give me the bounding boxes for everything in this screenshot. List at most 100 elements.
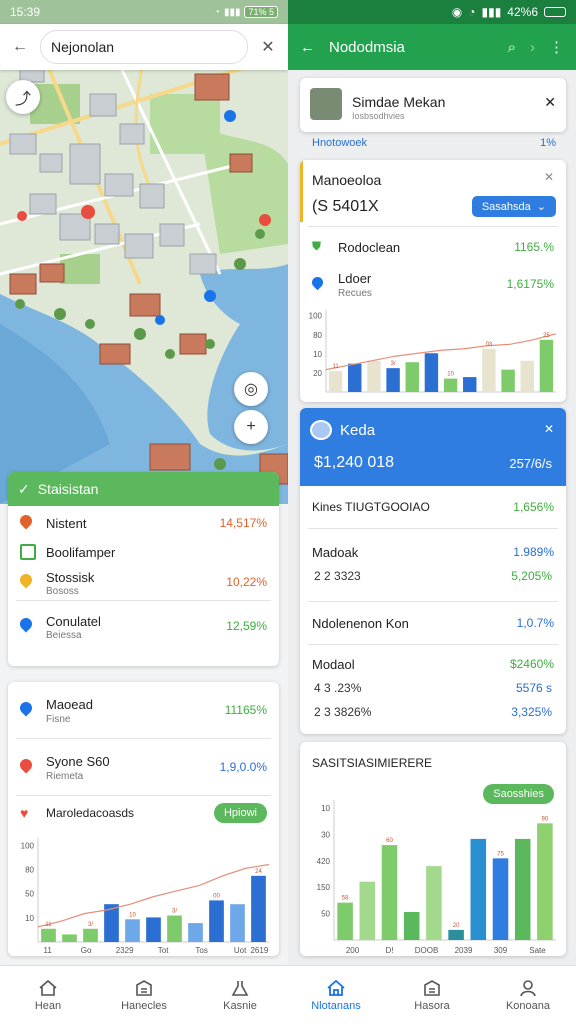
metrics-amount: (S 5401X bbox=[312, 198, 379, 215]
wifi-icon: ◔ bbox=[468, 5, 476, 19]
balance-card: Keda ✕ $1,240 018 257/6/s Kines TIUGTGOO… bbox=[300, 408, 566, 734]
data-label: 24 bbox=[255, 869, 262, 875]
signal-icon: ▮▮▮ bbox=[223, 6, 241, 18]
bar bbox=[367, 360, 381, 392]
list-item[interactable]: Boolifamper bbox=[8, 540, 279, 564]
balance-card-header: Keda ✕ $1,240 018 257/6/s bbox=[300, 408, 566, 486]
data-label: 10 bbox=[447, 372, 454, 378]
y-tick-label: 20 bbox=[313, 369, 322, 378]
bar bbox=[405, 362, 419, 392]
metrics-title: Manoeoloa bbox=[312, 172, 382, 188]
balance-card-title: Keda bbox=[340, 422, 376, 439]
close-icon[interactable]: ✕ bbox=[544, 422, 554, 436]
bar bbox=[167, 915, 182, 942]
nav-item-4[interactable]: Hasora bbox=[384, 966, 480, 1024]
x-tick-label: 2329 bbox=[116, 946, 134, 955]
building-icon bbox=[424, 979, 440, 996]
bottom-chart-card: SASITSIASIMIERERE Saosshies 50 150 420 30 10… bbox=[300, 742, 566, 956]
nav-item-1[interactable]: Hanecles bbox=[96, 966, 192, 1024]
back-arrow-icon[interactable]: ← bbox=[8, 35, 32, 59]
list-item[interactable]: Ndolenenon Kon 1,0.7% bbox=[300, 602, 566, 644]
search-input[interactable]: Nejonolan bbox=[40, 30, 248, 64]
list-item[interactable]: Stossisk Bososs 10,22% bbox=[8, 564, 279, 600]
close-icon[interactable]: ✕ bbox=[256, 35, 280, 59]
location-pin-icon bbox=[17, 571, 36, 590]
recenter-icon[interactable]: ◎ bbox=[234, 372, 268, 406]
balance-amount: $1,240 018 bbox=[314, 454, 395, 471]
bar bbox=[426, 866, 442, 940]
zoom-icon[interactable]: + bbox=[234, 410, 268, 444]
location-pin-icon bbox=[17, 615, 36, 634]
chart-icon bbox=[20, 544, 36, 560]
nav-item-2[interactable]: Kasnie bbox=[192, 966, 288, 1024]
metrics-card: Manoeoloa ✕ (S 5401X Sasahsda ⌄ ⛊ Rodocle… bbox=[300, 160, 566, 402]
y-tick-label: 80 bbox=[313, 331, 322, 340]
data-label: 20 bbox=[453, 923, 460, 929]
list-item[interactable]: Nistent 14,517% bbox=[8, 506, 279, 540]
bar bbox=[337, 902, 353, 940]
nav-item-0[interactable]: Hean bbox=[0, 966, 96, 1024]
y-tick-label: 50 bbox=[321, 910, 330, 919]
back-arrow-icon[interactable]: ← bbox=[300, 39, 315, 56]
close-icon[interactable]: ✕ bbox=[544, 94, 556, 111]
chart-action-button[interactable]: Hpiowi bbox=[213, 803, 267, 823]
flask-icon bbox=[231, 980, 249, 996]
list-item[interactable]: Ldoer Recues 1,6175% bbox=[300, 264, 566, 304]
location-pin-icon bbox=[309, 274, 328, 292]
profile-subtitle: Iosbsodhvies bbox=[352, 111, 405, 121]
stats-card-header: ✓ Staisistan bbox=[8, 472, 279, 506]
nav-item-5[interactable]: Konoana bbox=[480, 966, 576, 1024]
location-pin-icon bbox=[17, 512, 36, 531]
status-bar: ◉ ◔ ▮▮▮ 42%6 bbox=[288, 0, 576, 24]
list-item[interactable]: Kines TIUGTGOOIAO 1,656% bbox=[300, 486, 566, 528]
summary-line: Hnotowoek 1% bbox=[312, 137, 556, 149]
balance-right-value: 257/6/s bbox=[509, 456, 552, 471]
signal-icon: ▮▮▮ bbox=[481, 5, 502, 19]
data-label: 11 bbox=[332, 364, 339, 370]
nav-item-3[interactable]: Nlotanans bbox=[288, 966, 384, 1024]
places-card: Maoead Fisne 11165% Syone S60 Riemeta 1,… bbox=[8, 682, 279, 956]
y-tick-label: 100 bbox=[21, 841, 35, 850]
list-item[interactable]: Madoak 1.989% 2 2 3323 5,205% bbox=[300, 529, 566, 601]
data-label: 00 bbox=[213, 893, 220, 899]
list-item[interactable]: Modaol $2460% 4 3 .23% 5576 s 2 3 3826% … bbox=[300, 645, 566, 731]
x-tick-label: Sate bbox=[529, 946, 546, 955]
bank-icon bbox=[310, 420, 332, 440]
x-tick-label: Tot bbox=[158, 946, 169, 955]
list-item[interactable]: ⛊ Rodoclean 1165.% bbox=[300, 232, 566, 262]
x-tick-label: 2619 bbox=[250, 946, 268, 955]
building-icon bbox=[136, 979, 152, 996]
stats-card-title: Staisistan bbox=[37, 481, 99, 497]
list-item[interactable]: Syone S60 Riemeta 1,9,0.0% bbox=[8, 739, 279, 795]
metrics-action-button[interactable]: Sasahsda ⌄ bbox=[471, 196, 556, 217]
x-tick-label: DOOB bbox=[415, 946, 439, 955]
bar-chart: 50 150 420 30 10 58 60 20 75 90 200 D! DOOB 2039 309 Sa… bbox=[317, 800, 556, 955]
data-label: 60 bbox=[386, 838, 393, 844]
search-input-value: Nejonolan bbox=[51, 39, 115, 55]
profile-card[interactable]: Simdae Mekan Iosbsodhvies ✕ bbox=[300, 78, 566, 132]
bar bbox=[251, 875, 266, 942]
map-pane: 15:39 ◔ ▮▮▮ 71% 5 ← Nejonolan ✕ ⤴ ◎ + ✓ … bbox=[0, 0, 288, 965]
list-item[interactable]: Conulatel Beiessa 12,59% bbox=[8, 601, 279, 651]
app-bar: ← Nododmsia ⌕ › ⋮ bbox=[288, 24, 576, 70]
stats-card: ✓ Staisistan Nistent 14,517% Boolifamper… bbox=[8, 472, 279, 666]
bar bbox=[41, 928, 56, 942]
bar bbox=[328, 371, 343, 392]
y-tick-label: 10 bbox=[25, 914, 34, 923]
data-label: 3/ bbox=[88, 922, 93, 928]
directions-icon[interactable]: ⤴ bbox=[6, 80, 40, 114]
battery-text: 42%6 bbox=[507, 5, 538, 19]
chevron-right-icon[interactable]: › bbox=[530, 39, 535, 56]
bar-line-chart: 10 50 80 100 11 3/10 3/00 24 11 Go 2329 Tot Tos Uot 26… bbox=[21, 838, 270, 955]
bar bbox=[359, 881, 376, 940]
more-options-icon[interactable]: ⋮ bbox=[549, 38, 564, 56]
bar bbox=[492, 858, 509, 940]
x-tick-label: 309 bbox=[494, 946, 508, 955]
location-pin-icon bbox=[17, 699, 36, 718]
wifi-icon: ◔ bbox=[213, 6, 220, 18]
search-icon[interactable]: ⌕ bbox=[508, 39, 516, 56]
close-icon[interactable]: ✕ bbox=[544, 170, 554, 184]
bar bbox=[520, 360, 534, 392]
heart-icon: ♥ bbox=[20, 805, 29, 821]
list-item[interactable]: Maoead Fisne 11165% bbox=[8, 682, 279, 738]
